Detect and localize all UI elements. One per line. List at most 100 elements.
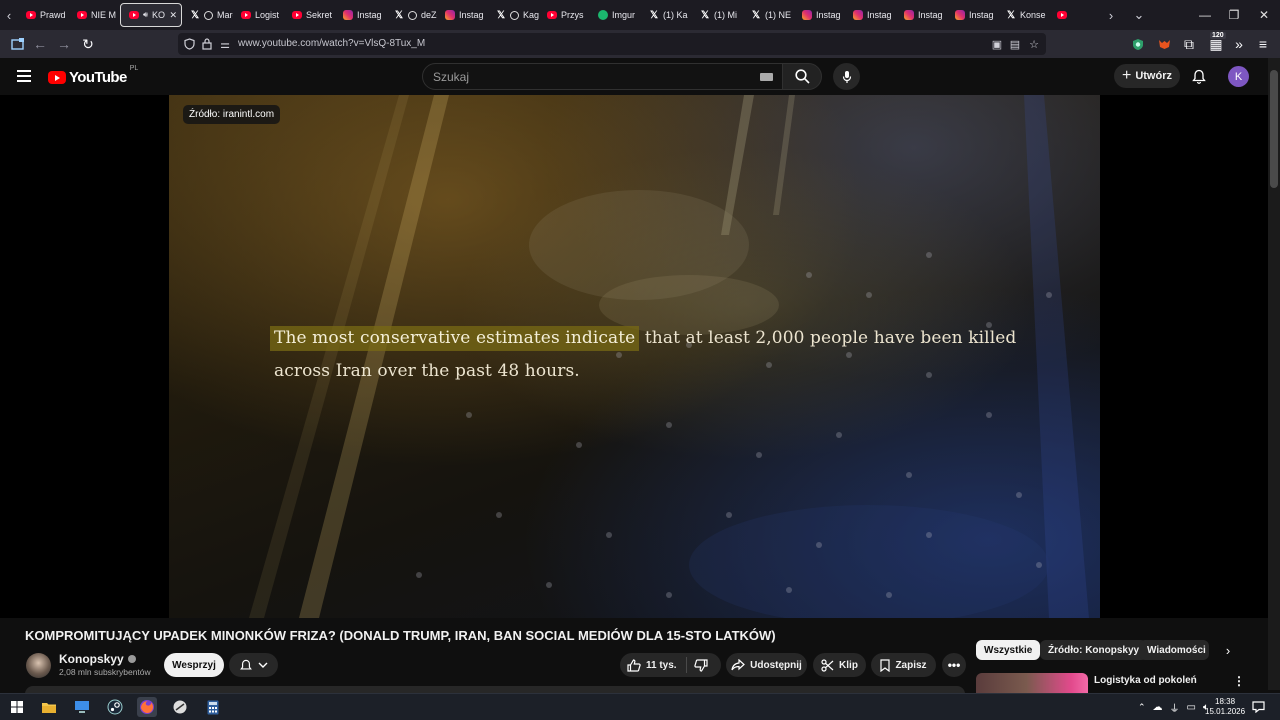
tracking-protection-icon[interactable] bbox=[182, 37, 196, 51]
save-button[interactable]: Zapisz bbox=[871, 653, 936, 677]
recommended-title[interactable]: Logistyka od pokoleń bbox=[1094, 675, 1197, 686]
browser-tab[interactable]: 𝕏 Kaguy bbox=[488, 3, 539, 27]
chevron-right-icon[interactable]: › bbox=[1219, 641, 1237, 659]
url-text[interactable]: www.youtube.com/watch?v=VlsQ-8Tux_M bbox=[238, 38, 425, 49]
recommended-more-icon[interactable]: ⋮ bbox=[1232, 673, 1246, 689]
support-button[interactable]: Wesprzyj bbox=[164, 653, 224, 677]
browser-tab[interactable]: 𝕏 Marek bbox=[182, 3, 233, 27]
taskbar-clock[interactable]: 18:38 15.01.2026 bbox=[1205, 697, 1245, 717]
browser-tab[interactable]: Imgur bbox=[590, 3, 641, 27]
back-icon[interactable]: ← bbox=[30, 34, 50, 54]
browser-tab[interactable] bbox=[1049, 3, 1100, 27]
windows-taskbar: ⌃ ☁ ⏚ ▭ 🔈︎ 18:38 15.01.2026 bbox=[0, 693, 1280, 720]
tab-scroll-right-icon[interactable]: › bbox=[1102, 0, 1120, 30]
browser-tab[interactable]: 𝕏 (1) Mi bbox=[692, 3, 743, 27]
browser-tab[interactable]: Prawd bbox=[18, 3, 69, 27]
voice-search-button[interactable] bbox=[833, 63, 860, 90]
cloud-icon[interactable]: ☁ bbox=[1153, 702, 1163, 713]
search-input[interactable] bbox=[433, 70, 733, 84]
desktop-app-icon[interactable] bbox=[72, 697, 92, 717]
browser-tab[interactable]: Instag bbox=[947, 3, 998, 27]
close-tab-icon[interactable]: ✕ bbox=[169, 10, 177, 21]
reader-view-icon[interactable]: ▤ bbox=[1008, 37, 1022, 51]
extension-shield-icon[interactable] bbox=[1128, 34, 1148, 54]
browser-tab[interactable]: Sekret bbox=[284, 3, 335, 27]
lock-icon[interactable] bbox=[200, 37, 214, 51]
clip-button[interactable]: Klip bbox=[813, 653, 866, 677]
reload-icon[interactable]: ↻ bbox=[78, 34, 98, 54]
x-icon: 𝕏 bbox=[190, 9, 200, 21]
browser-tab[interactable]: 𝕏 (1) NE bbox=[743, 3, 794, 27]
network-icon[interactable]: ▭ bbox=[1187, 702, 1196, 713]
subscription-notify-button[interactable] bbox=[229, 653, 278, 677]
file-explorer-icon[interactable] bbox=[39, 697, 59, 717]
browser-tab[interactable]: 🔊︎ KO ✕ bbox=[120, 3, 182, 27]
forward-icon[interactable]: → bbox=[54, 34, 74, 54]
extension-fox-icon[interactable] bbox=[1154, 34, 1174, 54]
tab-label: Przys bbox=[561, 10, 584, 20]
browser-tab[interactable]: Logist bbox=[233, 3, 284, 27]
tab-label: Instag bbox=[969, 10, 994, 20]
more-actions-icon[interactable]: ••• bbox=[942, 653, 966, 677]
keyboard-icon[interactable] bbox=[760, 73, 773, 81]
youtube-logo[interactable]: YouTube PL bbox=[48, 65, 138, 86]
browser-tab[interactable]: 𝕏 Konse bbox=[998, 3, 1049, 27]
channel-name[interactable]: Konopskyy bbox=[59, 652, 136, 666]
browser-tab[interactable]: Instag bbox=[845, 3, 896, 27]
permissions-icon[interactable]: ⚌ bbox=[218, 37, 232, 51]
browser-tab[interactable]: Instag bbox=[896, 3, 947, 27]
tray-overflow-icon[interactable]: ⌃ bbox=[1138, 702, 1146, 713]
browser-tab[interactable]: 𝕏deZeZ bbox=[386, 3, 437, 27]
pinned-app-icon[interactable] bbox=[170, 697, 190, 717]
browser-tab[interactable]: Przys bbox=[539, 3, 590, 27]
firefox-icon[interactable] bbox=[137, 697, 157, 717]
windows-start-icon[interactable] bbox=[7, 697, 27, 717]
tab-scroll-left-icon[interactable]: ‹ bbox=[0, 0, 18, 30]
close-window-icon[interactable]: ✕ bbox=[1249, 0, 1279, 30]
minimize-icon[interactable]: — bbox=[1190, 0, 1220, 30]
recommended-thumbnail[interactable] bbox=[976, 673, 1088, 693]
scrollbar-thumb[interactable] bbox=[1270, 70, 1278, 188]
video-player[interactable] bbox=[0, 95, 1268, 618]
caption-rest: that at least 2,000 people have been kil… bbox=[644, 328, 1017, 348]
browser-tab[interactable]: Instag bbox=[437, 3, 488, 27]
page-scrollbar[interactable] bbox=[1268, 58, 1280, 690]
bookmark-star-icon[interactable]: ☆ bbox=[1027, 37, 1041, 51]
instagram-icon bbox=[445, 10, 455, 20]
share-button[interactable]: Udostępnij bbox=[726, 653, 807, 677]
guide-menu-icon[interactable] bbox=[17, 70, 31, 82]
usb-icon[interactable]: ⏚ bbox=[1170, 700, 1180, 715]
channel-avatar[interactable] bbox=[26, 653, 51, 678]
speaker-icon[interactable]: 🔊︎ bbox=[143, 10, 148, 20]
overflow-menu-icon[interactable]: » bbox=[1229, 34, 1249, 54]
browser-nav-bar: ← → ↻ ⚌ www.youtube.com/watch?v=VlsQ-8Tu… bbox=[0, 30, 1280, 58]
account-avatar[interactable]: K bbox=[1228, 66, 1249, 87]
browser-tab[interactable]: 𝕏 (1) Ka bbox=[641, 3, 692, 27]
search-button[interactable] bbox=[782, 63, 822, 90]
browser-tab[interactable]: Instag bbox=[335, 3, 386, 27]
tab-list-dropdown-icon[interactable]: ⌄ bbox=[1130, 0, 1148, 30]
browser-tab[interactable]: Instag bbox=[794, 3, 845, 27]
steam-icon[interactable] bbox=[105, 697, 125, 717]
youtube-icon bbox=[1057, 11, 1067, 19]
restore-icon[interactable]: ❐ bbox=[1219, 0, 1249, 30]
picture-in-picture-icon[interactable]: ▣ bbox=[990, 37, 1004, 51]
address-bar[interactable]: ⚌ www.youtube.com/watch?v=VlsQ-8Tux_M ▣ … bbox=[178, 33, 1046, 55]
chip-source[interactable]: Źródło: Konopskyy bbox=[1040, 640, 1148, 660]
notification-center-icon[interactable] bbox=[1252, 700, 1266, 714]
video-frame[interactable] bbox=[169, 95, 1100, 618]
channel-name-text[interactable]: Konopskyy bbox=[59, 652, 124, 666]
extensions-puzzle-icon[interactable]: ⧉ bbox=[1179, 34, 1199, 54]
app-menu-icon[interactable]: ≡ bbox=[1253, 34, 1273, 54]
video-title: KOMPROMITUJĄCY UPADEK MINONKÓW FRIZA? (D… bbox=[25, 628, 776, 643]
instagram-icon bbox=[853, 10, 863, 20]
notifications-button[interactable] bbox=[1189, 66, 1209, 86]
browser-tab[interactable]: NIE M bbox=[69, 3, 120, 27]
calculator-icon[interactable] bbox=[203, 697, 223, 717]
create-button[interactable]: + Utwórz bbox=[1114, 64, 1180, 88]
dislike-button[interactable] bbox=[690, 655, 712, 675]
sidebar-toggle-icon[interactable] bbox=[7, 34, 27, 54]
chip-news[interactable]: Wiadomości z bbox=[1139, 640, 1209, 660]
chip-all[interactable]: Wszystkie bbox=[976, 640, 1041, 660]
caption-line-2: across Iran over the past 48 hours. bbox=[274, 361, 580, 381]
